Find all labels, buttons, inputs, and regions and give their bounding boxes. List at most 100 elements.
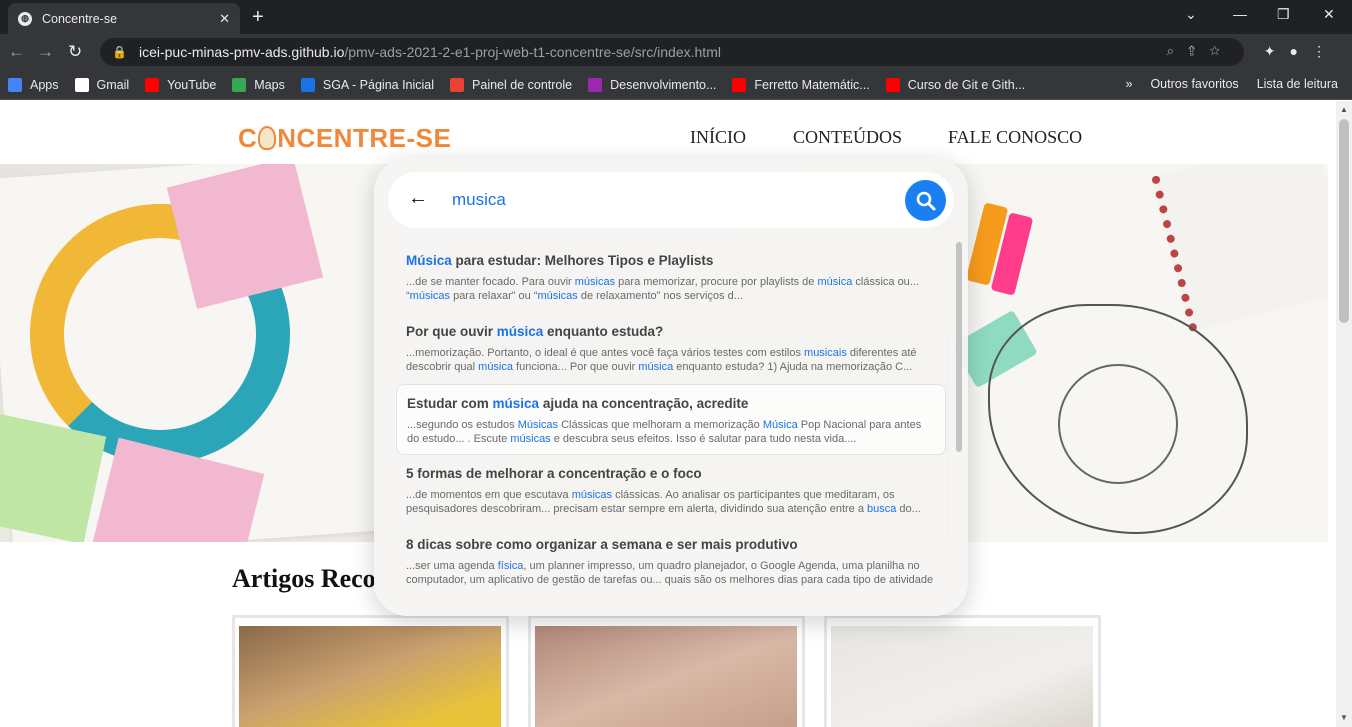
highlighted-term: Música — [406, 253, 452, 268]
highlighted-term: física — [497, 560, 524, 572]
title-text: 5 formas de melhorar a concentração e o … — [406, 466, 702, 481]
bookmark-favicon-icon — [232, 77, 247, 92]
highlighted-term: música — [478, 361, 513, 373]
search-bar: ← — [388, 172, 954, 228]
search-input[interactable] — [452, 188, 882, 212]
reload-button[interactable]: ↻ — [68, 42, 82, 62]
bookmark-item[interactable]: Gmail — [74, 77, 129, 92]
result-title: 5 formas de melhorar a concentração e o … — [406, 466, 936, 481]
scroll-up-icon[interactable]: ▲ — [1340, 105, 1348, 114]
result-snippet: ...de se manter focado. Para ouvir músic… — [406, 275, 936, 303]
bookmark-favicon-icon — [8, 77, 22, 92]
result-snippet: ...de momentos em que escutava músicas c… — [406, 488, 936, 516]
bookmark-item[interactable]: Curso de Git e Gith... — [885, 77, 1025, 92]
bookmark-item[interactable]: Desenvolvimento... — [588, 77, 717, 92]
scroll-down-icon[interactable]: ▼ — [1340, 713, 1348, 722]
bookmarks-right: » Outros favoritos Lista de leitura — [1108, 77, 1339, 91]
search-panel: ← Música para estudar: Melhores Tipos e … — [374, 158, 968, 616]
tab-title: Concentre-se — [42, 11, 118, 26]
result-title: Estudar com música ajuda na concentração… — [407, 396, 935, 411]
article-card[interactable] — [232, 615, 509, 727]
url-host: icei-puc-minas-pmv-ads.github.io — [138, 44, 345, 60]
search-result-item[interactable]: 5 formas de melhorar a concentração e o … — [396, 455, 946, 526]
extensions-icon[interactable]: ✦ — [1264, 43, 1290, 59]
highlighted-term: Músicas — [517, 419, 559, 431]
bookmark-favicon-icon — [450, 77, 465, 92]
highlighted-term: músicas — [574, 276, 616, 288]
article-card[interactable] — [824, 615, 1101, 727]
nav-fale-conosco[interactable]: FALE CONOSCO — [948, 127, 1082, 148]
bookmark-favicon-icon — [145, 77, 160, 92]
highlighted-term: Música — [762, 419, 798, 431]
close-tab-icon[interactable]: ✕ — [219, 11, 230, 27]
search-result-item[interactable]: Música para estudar: Melhores Tipos e Pl… — [396, 242, 946, 313]
bookmark-item[interactable]: Maps — [232, 77, 285, 92]
result-title: 8 dicas sobre como organizar a semana e … — [406, 537, 936, 552]
search-result-item[interactable]: 8 dicas sobre como organizar a semana e … — [396, 526, 946, 597]
restore-button[interactable]: ❐ — [1277, 6, 1290, 23]
highlighted-term: músicas — [510, 433, 551, 445]
title-text: Estudar com — [407, 396, 493, 411]
result-snippet: ...memorização. Portanto, o ideal é que … — [406, 346, 936, 374]
browser-tab[interactable]: ◍ Concentre-se ✕ — [8, 3, 240, 34]
bookmark-label: Painel de controle — [472, 77, 573, 92]
back-button[interactable]: ← — [8, 42, 25, 62]
close-window-button[interactable]: ✕ — [1323, 6, 1335, 23]
back-arrow-icon[interactable]: ← — [408, 187, 428, 210]
bookmark-item[interactable]: Apps — [8, 77, 59, 92]
profile-icon[interactable]: ● — [1290, 43, 1312, 59]
scroll-thumb[interactable] — [1339, 119, 1349, 323]
results-scrollbar[interactable] — [956, 242, 962, 452]
bookmark-favicon-icon — [732, 77, 747, 92]
bookmark-item[interactable]: Painel de controle — [450, 77, 573, 92]
logo-text: NCENTRE-SE — [277, 123, 452, 153]
bookmark-label: YouTube — [167, 77, 217, 92]
browser-toolbar: ← → ↻ 🔒 icei-puc-minas-pmv-ads.github.io… — [0, 34, 1352, 70]
toolbar-actions[interactable]: ✦●⋮ — [1264, 43, 1340, 60]
forward-button[interactable]: → — [37, 42, 54, 62]
snippet-text: ...ser uma agenda — [406, 560, 498, 572]
highlighted-term: música — [638, 361, 674, 373]
nav-conteudos[interactable]: CONTEÚDOS — [793, 127, 902, 148]
zoom-icon[interactable]: ⌕ — [1167, 43, 1188, 58]
result-title: Música para estudar: Melhores Tipos e Pl… — [406, 253, 936, 268]
tab-search-icon[interactable]: ⌄ — [1185, 6, 1197, 23]
hero-drawing — [1058, 364, 1178, 484]
browser-tab-bar: ◍ Concentre-se ✕ + ⌄ — ❐ ✕ — [0, 0, 1352, 34]
snippet-text: Clássicas que melhoram a memorização — [558, 419, 763, 431]
nav-inicio[interactable]: INÍCIO — [690, 127, 746, 148]
result-title: Por que ouvir música enquanto estuda? — [406, 324, 936, 339]
page-scrollbar[interactable]: ▲ ▼ — [1336, 101, 1352, 727]
url-path: /pmv-ads-2021-2-e1-proj-web-t1-concentre… — [344, 44, 721, 60]
search-button[interactable] — [905, 180, 946, 221]
search-result-item[interactable]: Por que ouvir música enquanto estuda?...… — [396, 313, 946, 384]
new-tab-button[interactable]: + — [252, 6, 264, 29]
snippet-text: ...segundo os estudos — [407, 419, 518, 431]
bookmark-favicon-icon — [885, 77, 900, 92]
other-favorites-folder[interactable]: Outros favoritos — [1150, 77, 1238, 91]
bookmark-label: Desenvolvimento... — [610, 77, 717, 92]
omnibox-actions[interactable]: ⌕⇪☆ — [1167, 43, 1234, 59]
bookmark-star-icon[interactable]: ☆ — [1209, 43, 1234, 58]
highlighted-term: música — [496, 324, 544, 339]
bookmark-favicon-icon — [588, 77, 603, 92]
bookmark-item[interactable]: SGA - Página Inicial — [300, 77, 434, 92]
minimize-button[interactable]: — — [1233, 6, 1247, 22]
result-snippet: ...segundo os estudos Músicas Clássicas … — [407, 418, 935, 446]
bookmark-favicon-icon — [74, 77, 89, 92]
article-card[interactable] — [528, 615, 805, 727]
title-text: Por que ouvir — [406, 324, 497, 339]
site-logo[interactable]: C NCENTRE-SE — [238, 123, 451, 154]
share-icon[interactable]: ⇪ — [1188, 43, 1209, 58]
address-bar[interactable]: 🔒 icei-puc-minas-pmv-ads.github.io/pmv-a… — [100, 38, 1244, 66]
reading-list-button[interactable]: Lista de leitura — [1257, 77, 1338, 91]
bookmark-overflow-button[interactable]: » — [1126, 77, 1133, 91]
bookmark-item[interactable]: Ferretto Matemátic... — [732, 77, 870, 92]
title-text: para estudar: Melhores Tipos e Playlists — [451, 253, 714, 268]
menu-icon[interactable]: ⋮ — [1312, 43, 1340, 59]
snippet-text: ...memorização. Portanto, o ideal é que … — [406, 347, 805, 359]
article-image — [535, 626, 797, 727]
snippet-text: e descubra seus efeitos. Isso é salutar … — [550, 433, 857, 445]
bookmark-item[interactable]: YouTube — [145, 77, 217, 92]
search-result-item[interactable]: Estudar com música ajuda na concentração… — [396, 384, 946, 455]
